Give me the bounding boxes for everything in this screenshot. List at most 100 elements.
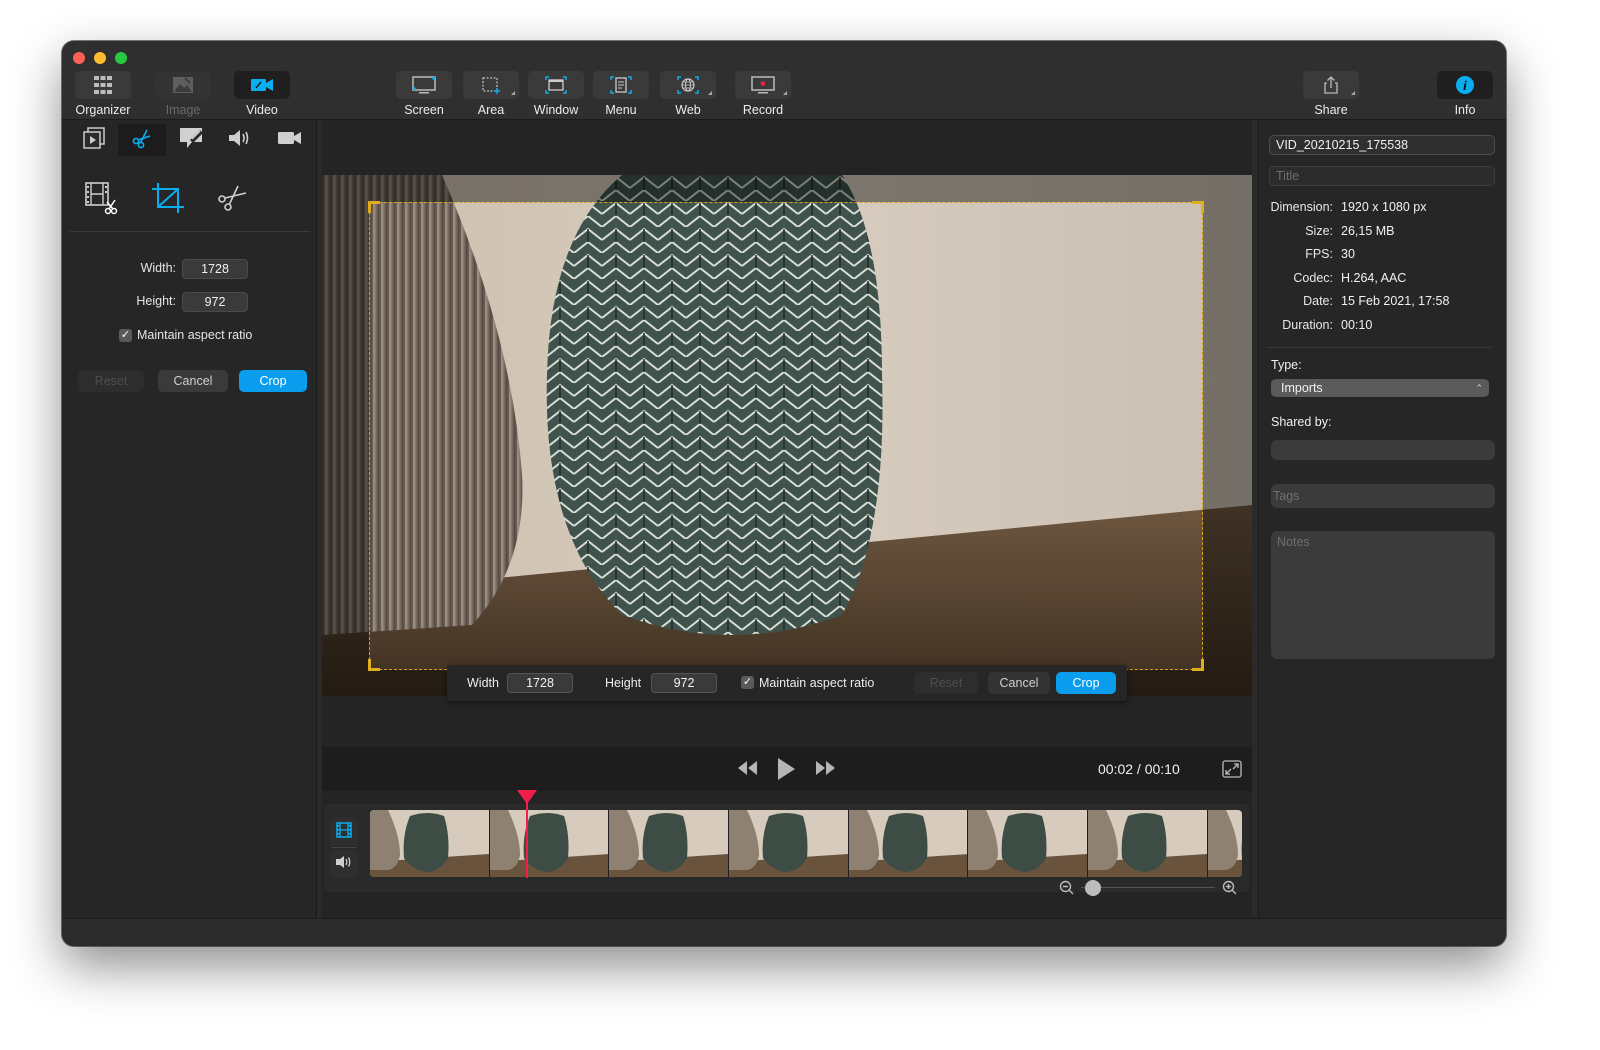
edit-panel-tabs <box>70 124 310 156</box>
video-editor: Width 1728 Height 972 ✓ Maintain aspect … <box>322 120 1252 918</box>
toolbar-web-button[interactable]: Web <box>660 71 716 117</box>
metadata-key: Duration: <box>1282 317 1333 332</box>
crop-bar-height-input[interactable]: 972 <box>651 673 717 693</box>
zoom-slider-track[interactable] <box>1081 887 1215 888</box>
scissors-icon <box>130 126 154 155</box>
tab-camera[interactable] <box>266 124 314 156</box>
camera-icon <box>277 128 303 153</box>
rewind-button[interactable] <box>736 759 758 782</box>
toolbar-share-label: Share <box>1314 103 1348 117</box>
video-camera-icon <box>234 71 290 99</box>
metadata-row: Date: 15 Feb 2021, 17:58 <box>1259 294 1506 312</box>
crop-handle-bottom-left[interactable] <box>368 659 380 671</box>
zoom-slider-knob[interactable] <box>1085 880 1101 896</box>
cancel-button[interactable]: Cancel <box>158 370 228 392</box>
shared-by-field[interactable] <box>1271 440 1495 460</box>
filmstrip-thumbnail <box>489 810 610 877</box>
dropdown-corner-icon <box>511 91 515 95</box>
filmstrip-thumbnail <box>1207 810 1242 877</box>
metadata-key: Codec: <box>1293 270 1333 285</box>
fast-forward-icon <box>815 759 837 782</box>
toolbar-info-button[interactable]: i Info <box>1437 71 1493 117</box>
toolbar-image-button[interactable]: Image <box>155 71 211 117</box>
timeline-zoom-control <box>1059 880 1239 896</box>
tab-annotate[interactable] <box>168 124 216 156</box>
tab-audio[interactable] <box>216 124 264 156</box>
timecode: 00:02 / 00:10 <box>1098 761 1180 777</box>
tab-clips[interactable] <box>70 124 118 156</box>
tags-field[interactable]: Tags <box>1271 484 1495 508</box>
video-track-button[interactable] <box>330 818 358 846</box>
speaker-icon <box>335 854 353 875</box>
tool-trim[interactable] <box>80 180 124 220</box>
reset-button[interactable]: Reset <box>78 370 144 392</box>
close-window-button[interactable] <box>73 52 85 64</box>
crop-bar-cancel-button[interactable]: Cancel <box>988 672 1050 694</box>
height-input[interactable]: 972 <box>182 292 248 312</box>
tab-edit[interactable] <box>118 124 166 156</box>
zoom-window-button[interactable] <box>115 52 127 64</box>
status-bar <box>62 918 1506 946</box>
area-capture-icon <box>463 71 519 99</box>
crop-bar-maintain-label: Maintain aspect ratio <box>759 676 875 690</box>
metadata-key: FPS: <box>1305 247 1333 261</box>
metadata-value: 1920 x 1080 px <box>1341 200 1427 214</box>
filmstrip[interactable] <box>370 810 1242 877</box>
tool-crop[interactable] <box>146 180 190 220</box>
filmstrip-thumbnail <box>848 810 969 877</box>
dropdown-corner-icon <box>783 91 787 95</box>
playback-controls: 00:02 / 00:10 <box>322 747 1252 791</box>
playhead[interactable] <box>525 792 528 878</box>
metadata-value: 15 Feb 2021, 17:58 <box>1341 294 1450 308</box>
width-input[interactable]: 1728 <box>182 259 248 279</box>
fullscreen-button[interactable] <box>1222 760 1242 783</box>
toolbar-organizer-button[interactable]: Organizer <box>75 71 131 117</box>
toolbar-screen-button[interactable]: Screen <box>396 71 452 117</box>
crop-toolbar: Width 1728 Height 972 ✓ Maintain aspect … <box>447 665 1127 701</box>
clips-icon <box>82 126 106 155</box>
crop-selection[interactable] <box>368 201 1204 671</box>
menu-capture-icon <box>593 71 649 99</box>
tool-cut[interactable] <box>210 180 254 220</box>
toolbar: Organizer Image Video Screen Area Window… <box>62 41 1506 120</box>
share-icon <box>1303 71 1359 99</box>
metadata-value: 26,15 MB <box>1341 223 1395 238</box>
crop-bar-width-input[interactable]: 1728 <box>507 673 573 693</box>
maintain-aspect-ratio-checkbox[interactable]: ✓ <box>119 328 132 342</box>
zoom-in-icon[interactable] <box>1222 880 1238 901</box>
crop-bar-crop-button[interactable]: Crop <box>1056 672 1116 694</box>
crop-bar-reset-button[interactable]: Reset <box>914 672 978 694</box>
toolbar-share-button[interactable]: Share <box>1303 71 1359 117</box>
toolbar-record-button[interactable]: Record <box>735 71 791 117</box>
fast-forward-button[interactable] <box>815 759 837 782</box>
metadata-value: 30 <box>1341 247 1355 261</box>
toolbar-window-button[interactable]: Window <box>528 71 584 117</box>
play-button[interactable] <box>776 757 796 786</box>
metadata-key: Size: <box>1305 223 1333 238</box>
toolbar-area-button[interactable]: Area <box>463 71 519 117</box>
crop-handle-top-left[interactable] <box>368 201 380 213</box>
speaker-icon <box>227 127 253 154</box>
annotate-icon <box>178 126 206 155</box>
title-field[interactable]: Title <box>1269 166 1495 186</box>
toolbar-video-button[interactable]: Video <box>234 71 290 117</box>
crop-handle-bottom-right[interactable] <box>1192 659 1204 671</box>
audio-track-button[interactable] <box>330 850 358 878</box>
timeline <box>324 790 1250 896</box>
video-preview[interactable] <box>322 175 1252 696</box>
crop-bar-maintain-checkbox[interactable]: ✓ <box>741 676 754 689</box>
type-select[interactable]: Imports ⌃ <box>1271 379 1489 397</box>
dropdown-corner-icon <box>1351 91 1355 95</box>
edit-panel: Width: 1728 Height: 972 ✓ Maintain aspec… <box>62 120 317 918</box>
width-label: Width: <box>140 261 176 275</box>
filename-field[interactable]: VID_20210215_175538 <box>1269 135 1495 155</box>
toolbar-window-label: Window <box>533 103 579 117</box>
crop-button[interactable]: Crop <box>239 370 307 392</box>
shared-by-label: Shared by: <box>1271 415 1332 429</box>
metadata-row: Dimension: 1920 x 1080 px <box>1259 200 1506 218</box>
notes-field[interactable]: Notes <box>1271 531 1495 659</box>
toolbar-menu-button[interactable]: Menu <box>593 71 649 117</box>
zoom-out-icon[interactable] <box>1059 880 1075 901</box>
minimize-window-button[interactable] <box>94 52 106 64</box>
crop-handle-top-right[interactable] <box>1192 201 1204 213</box>
